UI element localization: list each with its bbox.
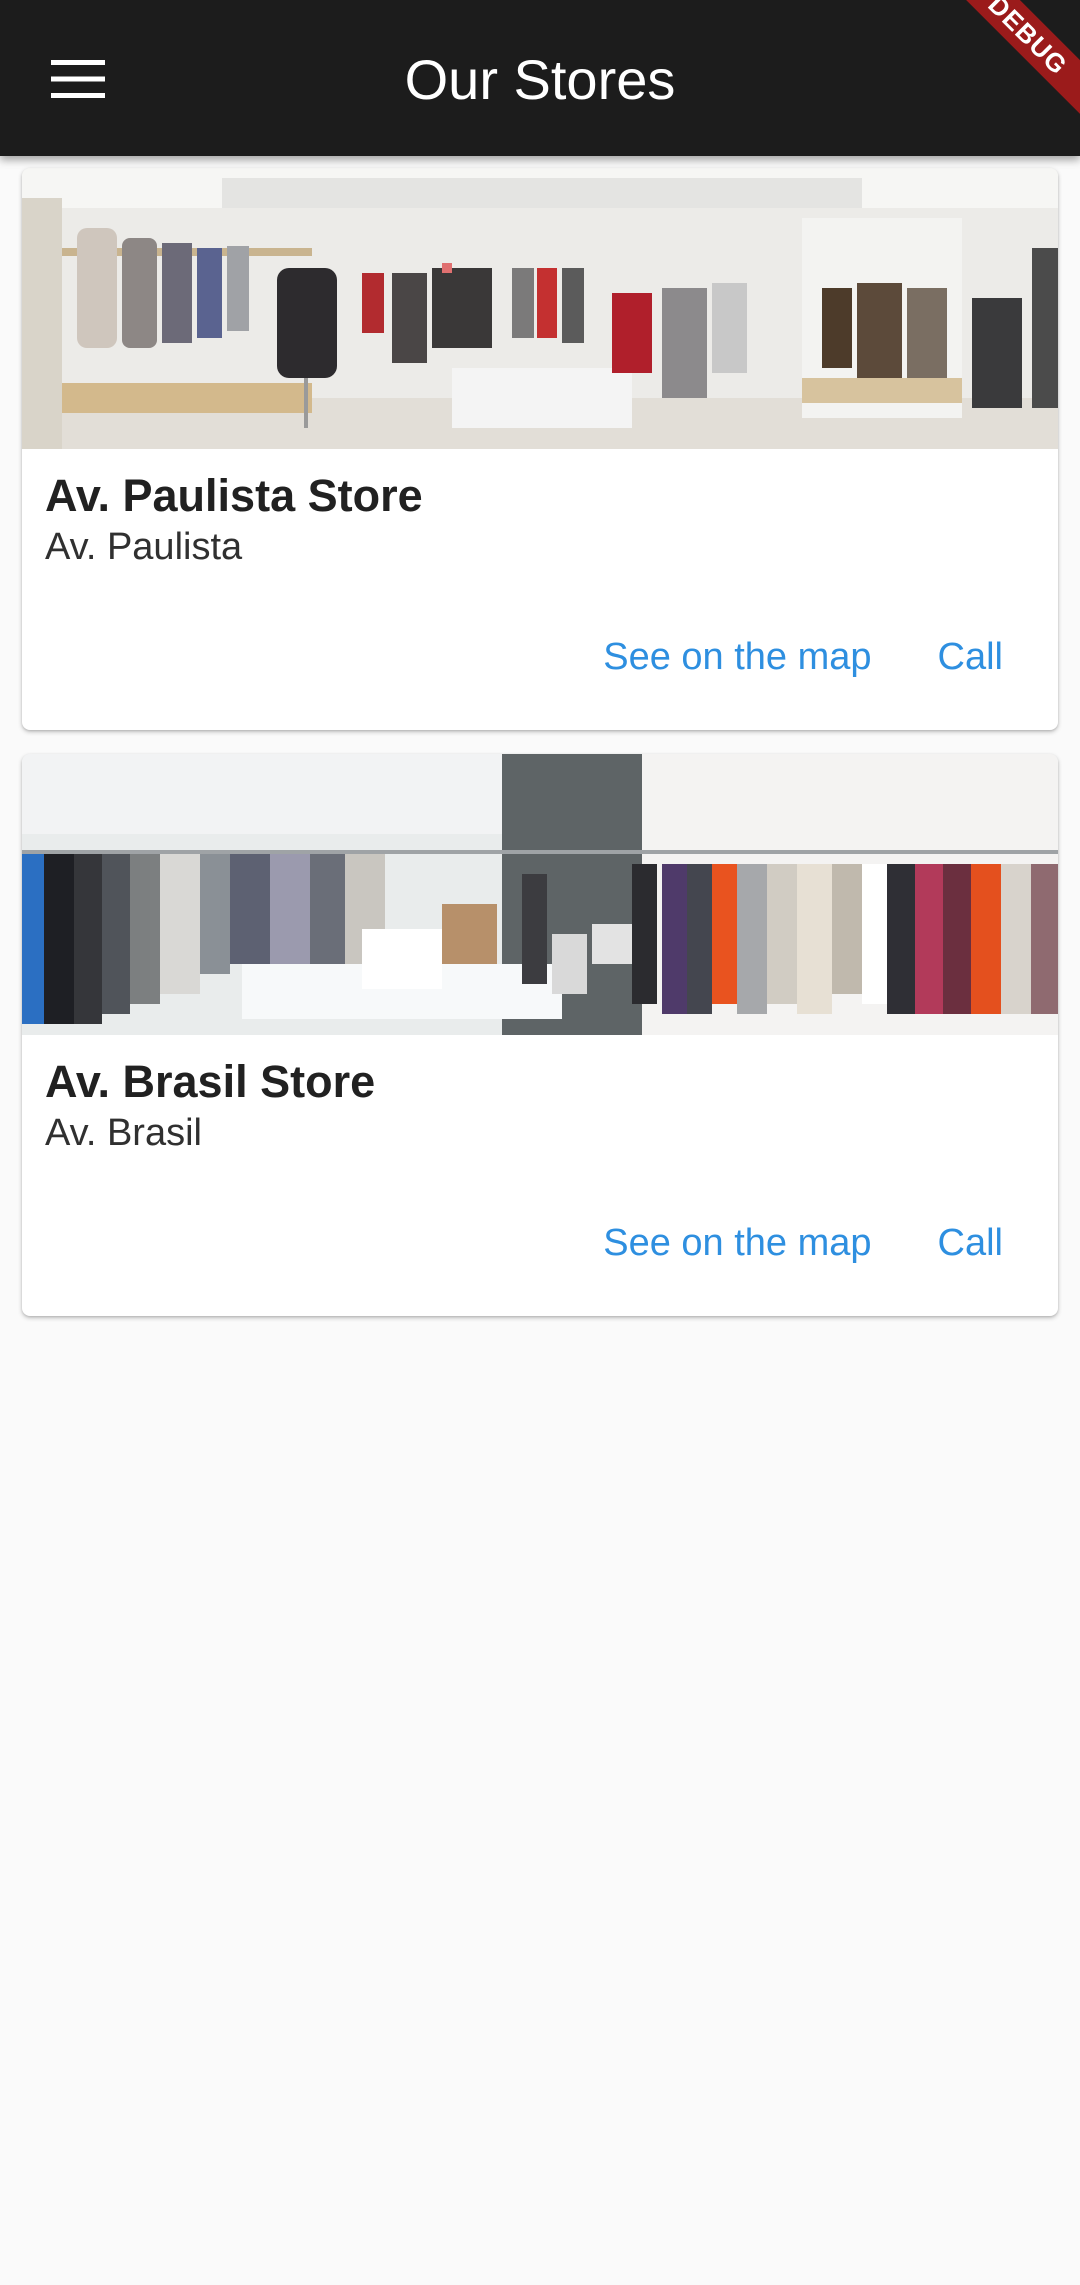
card-actions: See on the map Call	[570, 624, 1036, 691]
page-title: Our Stores	[404, 48, 676, 111]
see-on-map-button[interactable]: See on the map	[570, 624, 904, 691]
card-actions: See on the map Call	[570, 1210, 1036, 1277]
debug-banner: DEBUG	[960, 0, 1080, 120]
store-card: Av. Brasil Store Av. Brasil See on the m…	[22, 754, 1058, 1316]
store-address: Av. Paulista	[45, 526, 243, 568]
store-address: Av. Brasil	[45, 1112, 202, 1154]
call-button[interactable]: Call	[905, 1210, 1036, 1277]
debug-label: DEBUG	[960, 0, 1080, 120]
store-image	[22, 754, 1058, 1035]
see-on-map-button[interactable]: See on the map	[570, 1210, 904, 1277]
store-name: Av. Brasil Store	[45, 1056, 376, 1107]
call-button[interactable]: Call	[905, 624, 1036, 691]
app-bar: Our Stores	[0, 0, 1080, 156]
store-name: Av. Paulista Store	[45, 470, 423, 521]
store-image	[22, 168, 1058, 449]
store-card: Av. Paulista Store Av. Paulista See on t…	[22, 168, 1058, 730]
